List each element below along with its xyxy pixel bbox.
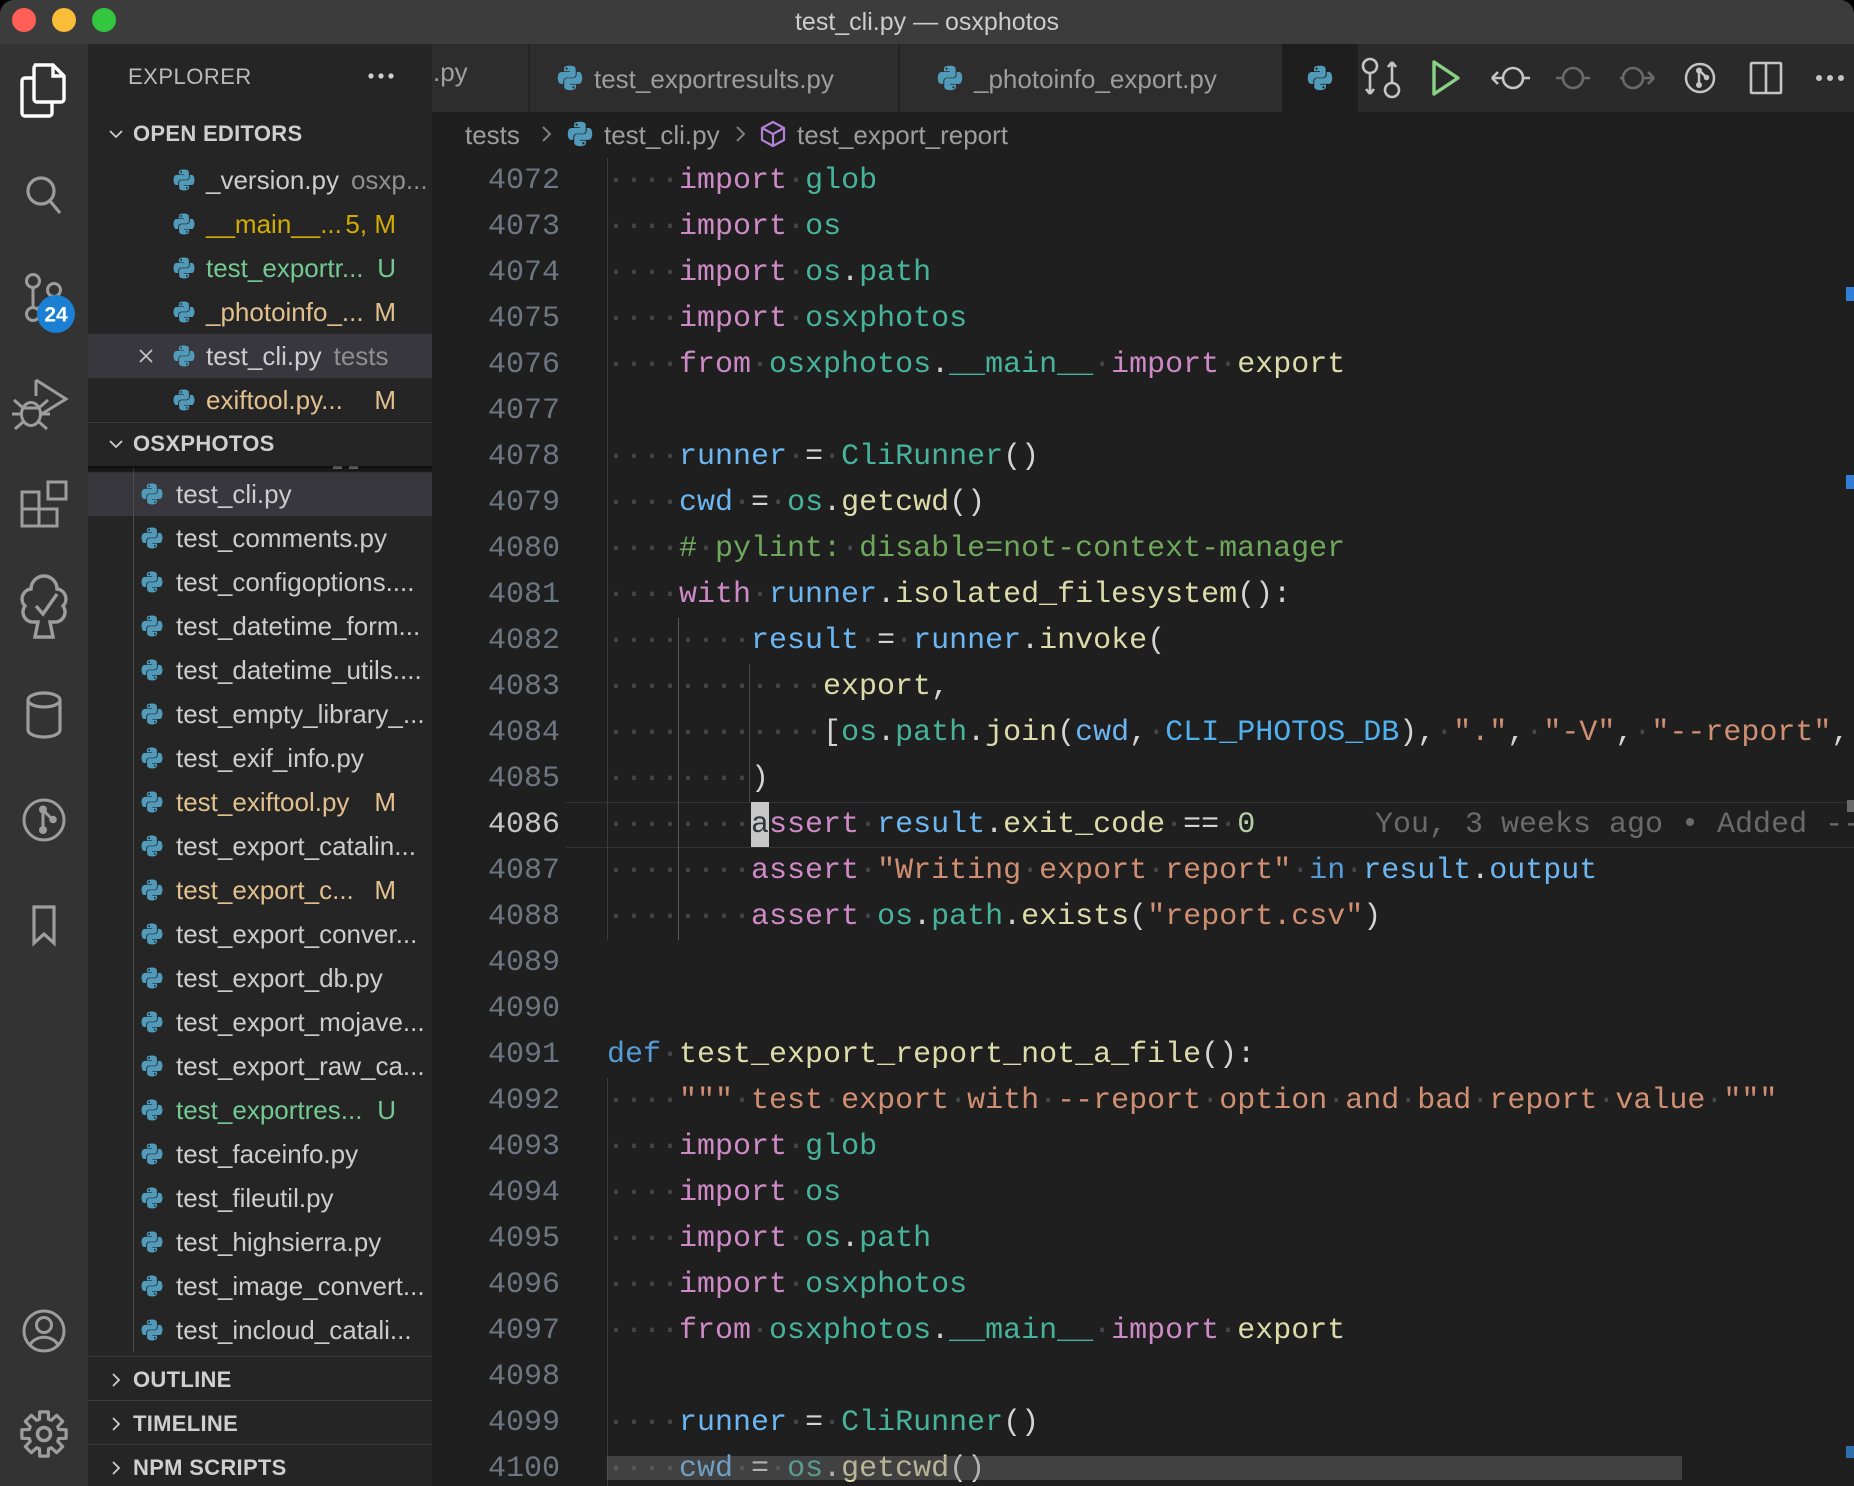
svg-text:24: 24 bbox=[44, 304, 68, 327]
